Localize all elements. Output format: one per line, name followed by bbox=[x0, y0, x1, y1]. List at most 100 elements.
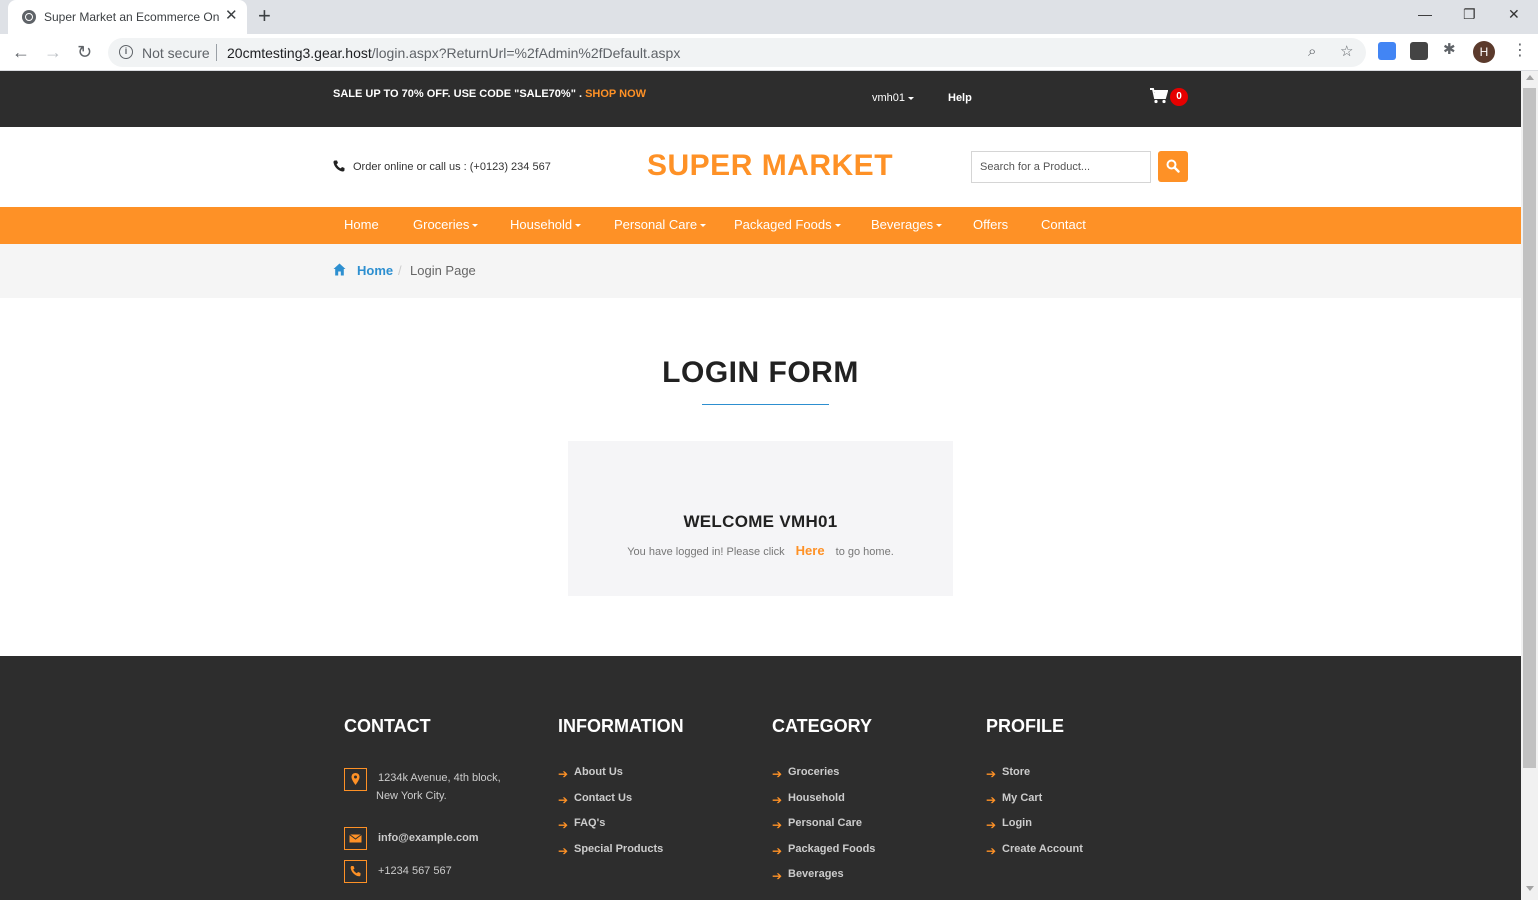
nav-contact[interactable]: Contact bbox=[1041, 217, 1086, 232]
login-panel: WELCOME VMH01 You have logged in! Please… bbox=[568, 441, 953, 596]
help-link[interactable]: Help bbox=[948, 92, 972, 104]
forward-button[interactable]: → bbox=[44, 40, 62, 64]
here-link[interactable]: Here bbox=[796, 543, 825, 558]
footer-link-contact-us[interactable]: ➔ Contact Us bbox=[558, 792, 758, 818]
bookmark-star-icon[interactable]: ☆ bbox=[1340, 44, 1353, 60]
translate-extension-icon[interactable] bbox=[1378, 42, 1396, 60]
phone-number: +1234 567 567 bbox=[378, 865, 452, 877]
nav-offers[interactable]: Offers bbox=[973, 217, 1008, 232]
top-info-bar: SALE UP TO 70% OFF. USE CODE "SALE70%" .… bbox=[0, 71, 1521, 127]
arrow-right-icon: ➔ bbox=[986, 843, 997, 858]
scrollbar-thumb[interactable] bbox=[1523, 88, 1536, 768]
footer-link-about-us[interactable]: ➔ About Us bbox=[558, 766, 758, 792]
url-path: /login.aspx?ReturnUrl=%2fAdmin%2fDefault… bbox=[371, 45, 681, 61]
url-text[interactable]: 20cmtesting3.gear.host/login.aspx?Return… bbox=[227, 45, 680, 61]
restore-button[interactable]: ❐ bbox=[1463, 5, 1476, 23]
phone-icon bbox=[333, 160, 345, 172]
footer-link-create-account[interactable]: ➔ Create Account bbox=[986, 843, 1186, 869]
footer-link-store[interactable]: ➔ Store bbox=[986, 766, 1186, 792]
footer-link-beverages[interactable]: ➔ Beverages bbox=[772, 868, 972, 894]
footer-link-label: Contact Us bbox=[574, 791, 633, 804]
footer-link-groceries[interactable]: ➔ Groceries bbox=[772, 766, 972, 792]
minimize-button[interactable]: — bbox=[1418, 5, 1432, 23]
url-host: 20cmtesting3.gear.host bbox=[227, 45, 372, 61]
new-tab-button[interactable]: + bbox=[258, 5, 271, 27]
breadcrumb-home-link[interactable]: Home bbox=[357, 263, 393, 278]
email-link[interactable]: info@example.com bbox=[378, 829, 479, 847]
arrow-right-icon: ➔ bbox=[772, 869, 783, 883]
selenium-extension-icon[interactable] bbox=[1410, 42, 1428, 60]
nav-label: Personal Care bbox=[614, 217, 698, 232]
user-dropdown[interactable]: vmh01 bbox=[872, 92, 915, 104]
zoom-icon[interactable]: ⌕ bbox=[1308, 44, 1316, 60]
arrow-right-icon: ➔ bbox=[558, 792, 569, 807]
footer-link-label: My Cart bbox=[1002, 791, 1043, 804]
arrow-right-icon: ➔ bbox=[772, 818, 783, 832]
search-icon bbox=[1166, 159, 1180, 173]
nav-beverages[interactable]: Beverages bbox=[871, 217, 943, 232]
extensions-puzzle-icon[interactable]: ✱ bbox=[1443, 42, 1456, 58]
scroll-up-icon[interactable] bbox=[1526, 75, 1534, 80]
profile-links: ➔ Store ➔ My Cart ➔ Login ➔ Create Account bbox=[986, 766, 1186, 868]
arrow-right-icon: ➔ bbox=[558, 818, 569, 832]
footer-contact-column: CONTACT 1234k Avenue, 4th block, New Yor… bbox=[344, 716, 501, 883]
cart-icon[interactable] bbox=[1150, 88, 1168, 104]
back-button[interactable]: ← bbox=[12, 40, 30, 64]
nav-label: Home bbox=[344, 217, 379, 232]
product-search-input[interactable] bbox=[971, 151, 1151, 183]
footer-link-personal-care[interactable]: ➔ Personal Care bbox=[772, 817, 972, 843]
welcome-heading: WELCOME VMH01 bbox=[683, 512, 838, 531]
footer-link-label: FAQ's bbox=[574, 817, 606, 829]
footer-link-label: Create Account bbox=[1002, 842, 1083, 855]
arrow-right-icon: ➔ bbox=[772, 792, 783, 807]
footer-link-special-products[interactable]: ➔ Special Products bbox=[558, 843, 758, 869]
logged-in-message: You have logged in! Please click Here to… bbox=[568, 543, 953, 558]
arrow-right-icon: ➔ bbox=[986, 818, 997, 832]
chevron-down-icon bbox=[700, 224, 707, 228]
page-scrollbar[interactable] bbox=[1521, 71, 1538, 900]
shop-now-link[interactable]: SHOP NOW bbox=[585, 88, 646, 100]
footer-link-faqs[interactable]: ➔ FAQ's bbox=[558, 817, 758, 843]
browser-menu-icon[interactable]: ⋮ bbox=[1512, 41, 1528, 61]
nav-label: Contact bbox=[1041, 217, 1086, 232]
browser-tab[interactable]: Super Market an Ecommerce Online ✕ bbox=[8, 0, 247, 34]
nav-groceries[interactable]: Groceries bbox=[413, 217, 479, 232]
browser-tab-bar: Super Market an Ecommerce Online ✕ + — ❐… bbox=[0, 0, 1538, 34]
footer-link-household[interactable]: ➔ Household bbox=[772, 792, 972, 818]
close-window-button[interactable]: ✕ bbox=[1508, 5, 1520, 23]
breadcrumb-separator: / bbox=[398, 263, 402, 278]
reload-button[interactable]: ↻ bbox=[77, 40, 92, 64]
tab-title: Super Market an Ecommerce Online bbox=[44, 10, 220, 24]
scroll-down-icon[interactable] bbox=[1526, 886, 1534, 891]
profile-avatar[interactable]: H bbox=[1473, 41, 1495, 63]
footer-link-my-cart[interactable]: ➔ My Cart bbox=[986, 792, 1186, 818]
footer-link-label: Store bbox=[1002, 766, 1031, 778]
arrow-right-icon: ➔ bbox=[558, 843, 569, 858]
nav-label: Packaged Foods bbox=[734, 217, 832, 232]
footer-heading: CONTACT bbox=[344, 716, 431, 736]
search-button[interactable] bbox=[1158, 151, 1188, 182]
footer-link-label: Groceries bbox=[788, 766, 840, 778]
page-viewport: SALE UP TO 70% OFF. USE CODE "SALE70%" .… bbox=[0, 71, 1521, 900]
promo-banner: SALE UP TO 70% OFF. USE CODE "SALE70%" .… bbox=[333, 88, 646, 100]
site-footer: CONTACT 1234k Avenue, 4th block, New Yor… bbox=[0, 656, 1521, 900]
nav-household[interactable]: Household bbox=[510, 217, 582, 232]
nav-home[interactable]: Home bbox=[344, 217, 379, 232]
address-bar[interactable]: i Not secure 20cmtesting3.gear.host/logi… bbox=[108, 38, 1366, 67]
info-icon[interactable]: i bbox=[119, 45, 133, 59]
nav-personal-care[interactable]: Personal Care bbox=[614, 217, 707, 232]
information-links: ➔ About Us ➔ Contact Us ➔ FAQ's ➔ Special Pr… bbox=[558, 766, 758, 868]
nav-packaged-foods[interactable]: Packaged Foods bbox=[734, 217, 841, 232]
close-tab-icon[interactable]: ✕ bbox=[225, 8, 238, 24]
order-contact-text: Order online or call us : (+0123) 234 56… bbox=[353, 161, 551, 173]
footer-link-label: Beverages bbox=[788, 868, 844, 880]
username-label: vmh01 bbox=[872, 92, 906, 104]
address-line: New York City. bbox=[376, 790, 447, 802]
breadcrumb: Home / Login Page bbox=[0, 244, 1521, 298]
footer-link-login[interactable]: ➔ Login bbox=[986, 817, 1186, 843]
cart-count-badge: 0 bbox=[1170, 88, 1188, 106]
arrow-right-icon: ➔ bbox=[772, 843, 783, 858]
footer-heading: PROFILE bbox=[986, 716, 1065, 736]
site-logo[interactable]: SUPER MARKET bbox=[647, 149, 893, 183]
footer-link-packaged-foods[interactable]: ➔ Packaged Foods bbox=[772, 843, 972, 869]
